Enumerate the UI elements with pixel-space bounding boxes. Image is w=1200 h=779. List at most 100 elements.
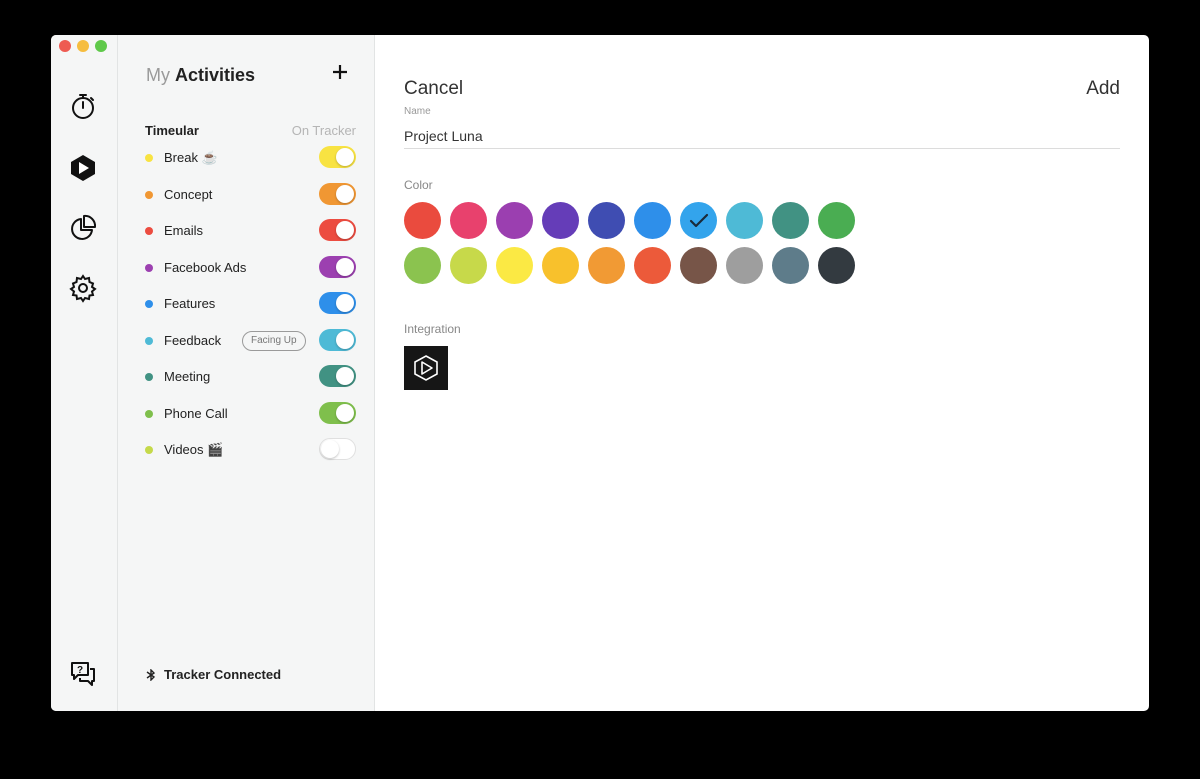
facing-up-badge: Facing Up [242,330,306,351]
activity-color-dot [145,190,153,199]
cancel-button[interactable]: Cancel [404,78,463,100]
new-activity-form: Cancel Add Name Color Integration [375,35,1149,711]
on-tracker-toggle[interactable] [319,328,356,351]
activity-row[interactable]: Concept [145,182,356,207]
activity-color-dot [145,227,153,235]
on-tracker-toggle[interactable] [319,292,356,314]
color-swatch[interactable] [634,247,671,284]
bluetooth-icon [146,668,156,681]
color-swatch-row [404,202,864,239]
timer-icon[interactable] [68,91,98,121]
tracker-status: Tracker Connected [146,667,281,682]
color-swatch[interactable] [404,202,441,239]
color-swatch-row [404,247,864,284]
group-name: Timeular [145,123,199,138]
color-swatch[interactable] [588,202,625,239]
activity-color-dot [145,300,153,308]
panel-title: My Activities [146,65,255,86]
on-tracker-toggle[interactable] [319,401,356,424]
checkmark-icon [689,213,708,227]
activity-row[interactable]: Meeting [145,365,356,389]
tracker-status-text: Tracker Connected [164,667,282,682]
activity-row[interactable]: Facebook Ads [145,255,356,280]
activity-row[interactable]: Feedback Facing Up [145,328,356,353]
color-label: Color [404,178,433,192]
toggle-knob [336,367,354,385]
reports-pie-icon[interactable] [68,213,98,243]
zoom-window-button[interactable] [95,40,107,52]
activity-color-dot [145,373,153,381]
activity-color-dot [145,446,153,454]
color-swatch[interactable] [680,247,717,284]
activity-label: Concept [164,186,213,202]
activity-label: Videos 🎬 [164,442,224,457]
activity-label: Facebook Ads [164,259,247,275]
color-swatch[interactable] [496,247,533,284]
color-swatch[interactable] [542,247,579,284]
toggle-knob [336,148,354,166]
window-controls [59,40,107,52]
color-swatch-selected[interactable] [680,202,717,239]
tracker-icon[interactable] [68,153,98,183]
toggle-knob [336,403,354,422]
activity-label: Phone Call [164,405,228,421]
settings-gear-icon[interactable] [68,273,98,303]
activity-color-dot [145,336,153,345]
title-bold: Activities [175,65,256,85]
activity-label: Emails [164,223,204,238]
group-on-tracker-label: On Tracker [291,123,356,138]
activity-color-dot [145,263,153,272]
toggle-knob [321,440,339,458]
color-swatch[interactable] [450,202,487,239]
activity-row[interactable]: Features [145,292,356,316]
color-swatch[interactable] [772,202,809,239]
color-swatch[interactable] [404,247,441,284]
activity-label: Break ☕ [164,150,218,165]
name-label: Name [404,106,431,117]
on-tracker-toggle[interactable] [319,182,356,205]
activity-color-dot [145,154,153,162]
on-tracker-toggle[interactable] [319,438,356,460]
color-swatch[interactable] [772,247,809,284]
on-tracker-toggle[interactable] [319,146,356,168]
toggle-knob [336,184,354,203]
nav-rail: ? [51,35,118,711]
toggle-knob [336,330,354,349]
color-swatch[interactable] [634,202,671,239]
timeular-logo-icon [414,355,438,381]
activity-color-dot [145,409,153,418]
toggle-knob [336,257,354,276]
activity-label: Feedback [164,332,222,348]
add-button[interactable]: Add [1086,78,1120,100]
activity-label: Meeting [164,369,211,384]
integration-timeular-tile[interactable] [404,346,448,390]
color-swatch[interactable] [818,202,855,239]
activity-label: Features [164,296,216,311]
svg-text:?: ? [77,665,83,676]
color-swatch[interactable] [726,247,763,284]
color-swatch[interactable] [496,202,533,239]
activity-row[interactable]: Videos 🎬 [145,438,356,462]
plus-icon [333,65,347,79]
add-activity-button[interactable] [330,62,350,82]
close-window-button[interactable] [59,40,71,52]
color-swatch[interactable] [588,247,625,284]
on-tracker-toggle[interactable] [319,255,356,278]
activity-row[interactable]: Break ☕ [145,146,356,170]
on-tracker-toggle[interactable] [319,219,356,241]
help-chat-icon[interactable]: ? [68,659,98,689]
integration-label: Integration [404,322,461,336]
app-window: ? My Activities Timeular On Tracker Brea… [51,35,1149,711]
name-input[interactable] [404,123,1120,149]
toggle-knob [336,221,354,239]
activity-row[interactable]: Emails [145,219,356,243]
on-tracker-toggle[interactable] [319,365,356,387]
color-swatch[interactable] [542,202,579,239]
color-swatch[interactable] [450,247,487,284]
toggle-knob [336,294,354,312]
minimize-window-button[interactable] [77,40,89,52]
color-swatch[interactable] [726,202,763,239]
activity-row[interactable]: Phone Call [145,401,356,426]
color-swatch[interactable] [818,247,855,284]
activities-panel: My Activities Timeular On Tracker Break … [118,35,375,711]
